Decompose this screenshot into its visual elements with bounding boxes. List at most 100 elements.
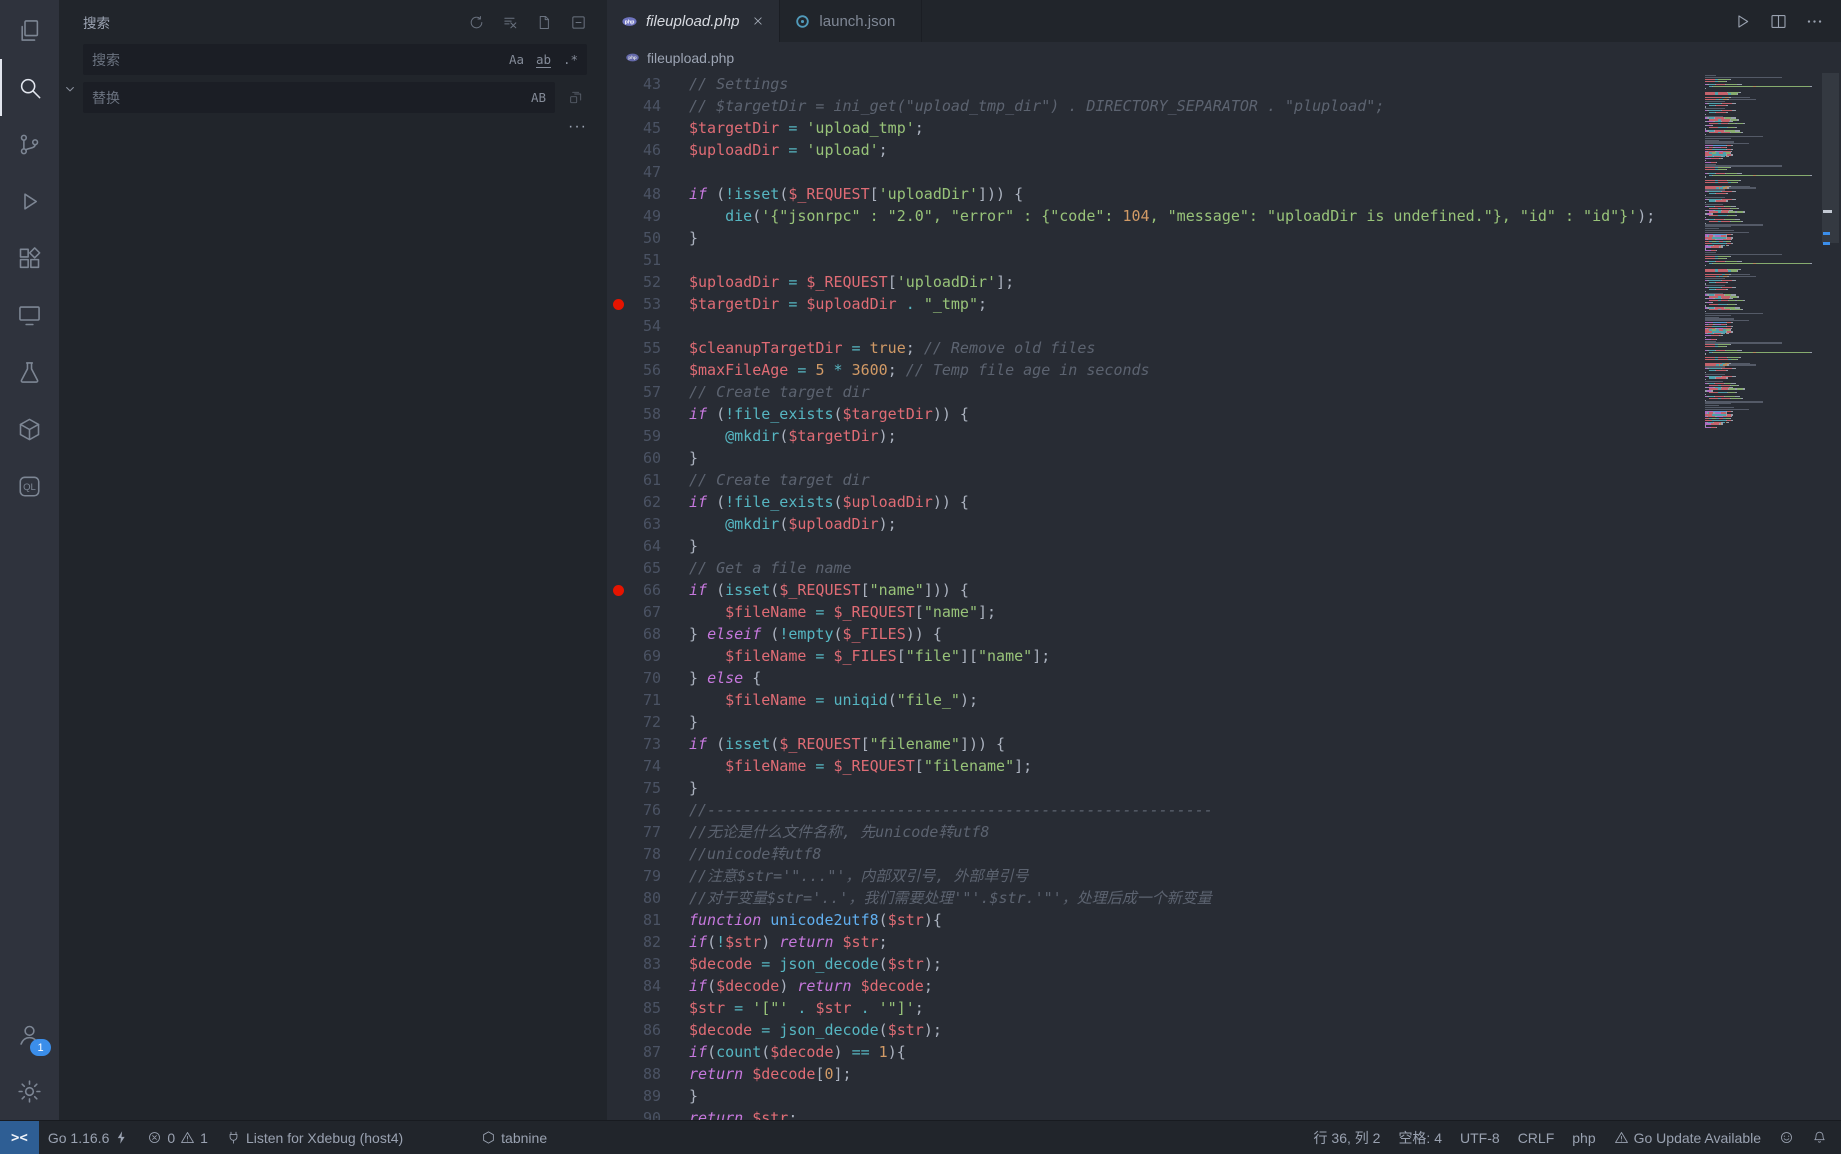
code-line-86[interactable]: 86$decode = json_decode($str); [607, 1019, 1705, 1041]
code-line-50[interactable]: 50} [607, 227, 1705, 249]
toggle-search-details-button[interactable]: ··· [568, 121, 587, 133]
gutter-margin[interactable] [607, 1107, 629, 1120]
status-go-update[interactable]: Go Update Available [1605, 1121, 1770, 1154]
code-line-63[interactable]: 63 @mkdir($uploadDir); [607, 513, 1705, 535]
gutter-margin[interactable] [607, 1085, 629, 1107]
gutter-margin[interactable] [607, 381, 629, 403]
code-line-71[interactable]: 71 $fileName = uniqid("file_"); [607, 689, 1705, 711]
gutter-margin[interactable] [607, 205, 629, 227]
gutter-margin[interactable] [607, 139, 629, 161]
code-line-60[interactable]: 60} [607, 447, 1705, 469]
replace-input[interactable] [83, 90, 527, 106]
clear-results-button[interactable] [498, 10, 523, 35]
tab-launch.json[interactable]: launch.json [780, 0, 922, 42]
activity-item-extensions[interactable] [0, 230, 59, 287]
code-line-81[interactable]: 81function unicode2utf8($str){ [607, 909, 1705, 931]
status-xdebug-listener[interactable]: Listen for Xdebug (host4) [217, 1121, 412, 1154]
gutter-margin[interactable] [607, 425, 629, 447]
gutter-margin[interactable] [607, 73, 629, 95]
scrollbar-slider[interactable] [1822, 73, 1839, 243]
code-line-84[interactable]: 84if($decode) return $decode; [607, 975, 1705, 997]
code-line-57[interactable]: 57// Create target dir [607, 381, 1705, 403]
gutter-margin[interactable] [607, 447, 629, 469]
code-line-87[interactable]: 87if(count($decode) == 1){ [607, 1041, 1705, 1063]
toggle-replace-chevron[interactable] [61, 80, 81, 100]
whole-word-toggle[interactable]: ab [532, 48, 555, 71]
gutter-margin[interactable] [607, 733, 629, 755]
gutter-margin[interactable] [607, 887, 629, 909]
gutter-margin[interactable] [607, 645, 629, 667]
code-line-64[interactable]: 64} [607, 535, 1705, 557]
activity-item-source-control[interactable] [0, 116, 59, 173]
code-line-69[interactable]: 69 $fileName = $_FILES["file"]["name"]; [607, 645, 1705, 667]
gutter-margin[interactable] [607, 953, 629, 975]
code-line-52[interactable]: 52$uploadDir = $_REQUEST['uploadDir']; [607, 271, 1705, 293]
status-notifications[interactable] [1803, 1121, 1836, 1154]
code-line-79[interactable]: 79//注意$str='"..."'，内部双引号, 外部单引号 [607, 865, 1705, 887]
gutter-margin[interactable] [607, 667, 629, 689]
gutter-margin[interactable] [607, 799, 629, 821]
code-line-59[interactable]: 59 @mkdir($targetDir); [607, 425, 1705, 447]
code-line-43[interactable]: 43// Settings [607, 73, 1705, 95]
split-editor-button[interactable] [1763, 6, 1793, 36]
gutter-margin[interactable] [607, 865, 629, 887]
gutter-margin[interactable] [607, 931, 629, 953]
code-line-77[interactable]: 77//无论是什么文件名称, 先unicode转utf8 [607, 821, 1705, 843]
gutter-margin[interactable] [607, 535, 629, 557]
gutter-margin[interactable] [607, 271, 629, 293]
gutter-margin[interactable] [607, 711, 629, 733]
activity-item-remote-explorer[interactable] [0, 287, 59, 344]
gutter-margin[interactable] [607, 997, 629, 1019]
status-cursor-position[interactable]: 行 36, 列 2 [1305, 1121, 1390, 1154]
activity-item-settings[interactable] [0, 1063, 59, 1120]
status-go-version[interactable]: Go 1.16.6 [39, 1121, 139, 1154]
code-line-48[interactable]: 48if (!isset($_REQUEST['uploadDir'])) { [607, 183, 1705, 205]
code-line-62[interactable]: 62if (!file_exists($uploadDir)) { [607, 491, 1705, 513]
code-line-46[interactable]: 46$uploadDir = 'upload'; [607, 139, 1705, 161]
gutter-margin[interactable] [607, 623, 629, 645]
gutter-margin[interactable] [607, 557, 629, 579]
scrollbar[interactable] [1820, 73, 1841, 1120]
search-input[interactable] [83, 52, 505, 68]
code-editor[interactable]: 43// Settings44// $targetDir = ini_get("… [607, 73, 1841, 1120]
code-line-68[interactable]: 68} elseif (!empty($_FILES)) { [607, 623, 1705, 645]
activity-item-testing[interactable] [0, 344, 59, 401]
code-line-70[interactable]: 70} else { [607, 667, 1705, 689]
status-feedback[interactable] [1770, 1121, 1803, 1154]
status-problems[interactable]: 01 [138, 1121, 217, 1154]
gutter-margin[interactable] [607, 161, 629, 183]
match-case-toggle[interactable]: Aa [505, 48, 528, 71]
code-line-75[interactable]: 75} [607, 777, 1705, 799]
breadcrumb[interactable]: php fileupload.php [607, 42, 1841, 73]
collapse-button[interactable] [566, 10, 591, 35]
gutter-margin[interactable] [607, 315, 629, 337]
code-line-56[interactable]: 56$maxFileAge = 5 * 3600; // Temp file a… [607, 359, 1705, 381]
gutter-margin[interactable] [607, 227, 629, 249]
code-line-89[interactable]: 89} [607, 1085, 1705, 1107]
gutter-margin[interactable] [607, 95, 629, 117]
gutter-margin[interactable] [607, 909, 629, 931]
activity-item-run-and-debug[interactable] [0, 173, 59, 230]
code-line-73[interactable]: 73if (isset($_REQUEST["filename"])) { [607, 733, 1705, 755]
activity-item-package-explorer[interactable] [0, 401, 59, 458]
status-encoding[interactable]: UTF-8 [1451, 1121, 1509, 1154]
gutter-margin[interactable] [607, 689, 629, 711]
code-line-74[interactable]: 74 $fileName = $_REQUEST["filename"]; [607, 755, 1705, 777]
preserve-case-toggle[interactable]: AB [527, 86, 550, 109]
code-line-82[interactable]: 82if(!$str) return $str; [607, 931, 1705, 953]
activity-item-search[interactable] [0, 59, 59, 116]
gutter-margin[interactable] [607, 601, 629, 623]
new-search-editor-button[interactable] [532, 10, 557, 35]
code-line-55[interactable]: 55$cleanupTargetDir = true; // Remove ol… [607, 337, 1705, 359]
regex-toggle[interactable]: .* [559, 48, 582, 71]
gutter-margin[interactable] [607, 843, 629, 865]
code-line-53[interactable]: 53$targetDir = $uploadDir . "_tmp"; [607, 293, 1705, 315]
activity-item-accounts[interactable]: 1 [0, 1006, 59, 1063]
refresh-button[interactable] [464, 10, 489, 35]
gutter-margin[interactable] [607, 1063, 629, 1085]
gutter-margin[interactable] [607, 183, 629, 205]
code-line-47[interactable]: 47 [607, 161, 1705, 183]
code-line-49[interactable]: 49 die('{"jsonrpc" : "2.0", "error" : {"… [607, 205, 1705, 227]
run-button[interactable] [1727, 6, 1757, 36]
code-line-88[interactable]: 88return $decode[0]; [607, 1063, 1705, 1085]
